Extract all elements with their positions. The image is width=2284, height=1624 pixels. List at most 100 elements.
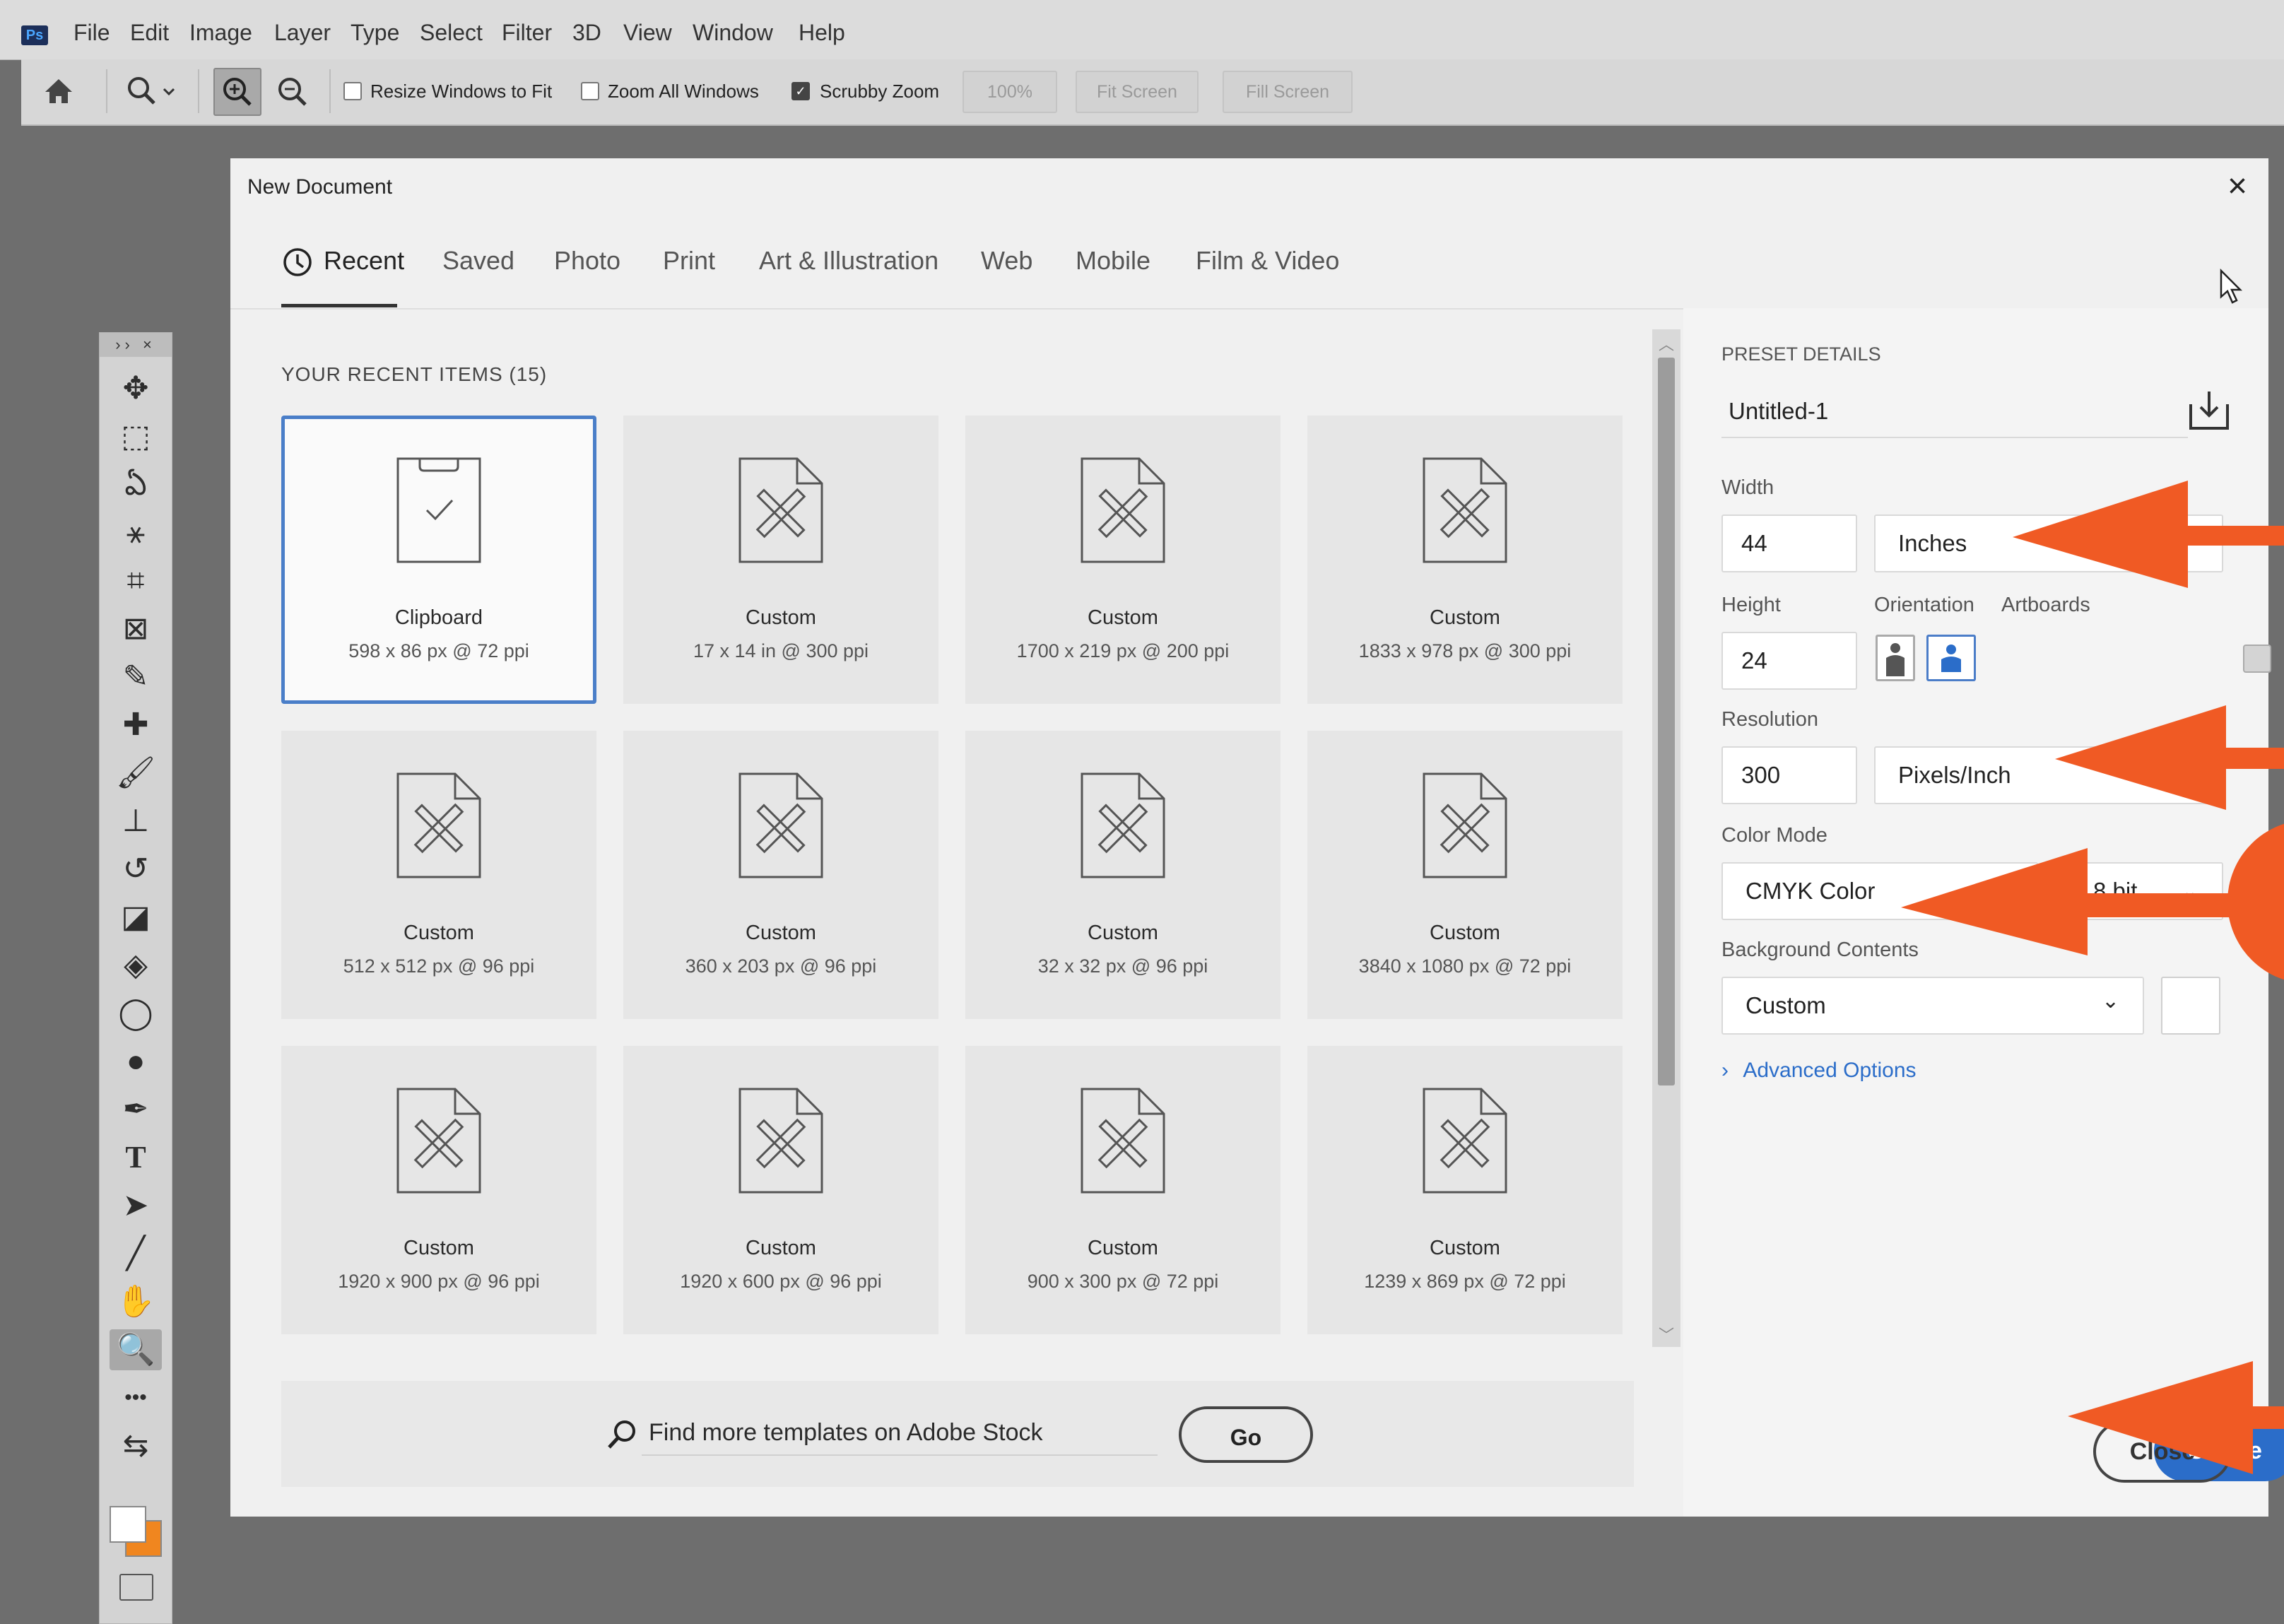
foreground-color-swatch[interactable] bbox=[110, 1506, 146, 1543]
recent-item-card[interactable]: Custom 1920 x 900 px @ 96 ppi bbox=[281, 1046, 596, 1334]
close-button[interactable]: Close bbox=[2093, 1420, 2232, 1483]
home-icon[interactable] bbox=[42, 76, 75, 106]
recent-item-details: 32 x 32 px @ 96 ppi bbox=[1037, 955, 1208, 977]
recent-item-card[interactable]: Custom 1239 x 869 px @ 72 ppi bbox=[1307, 1046, 1623, 1334]
recent-item-card[interactable]: Custom 360 x 203 px @ 96 ppi bbox=[623, 731, 938, 1019]
menu-file[interactable]: File bbox=[73, 20, 110, 46]
advanced-options-toggle[interactable]: › Advanced Options bbox=[1721, 1059, 1917, 1083]
path-selection-icon[interactable]: ➤ bbox=[110, 1185, 162, 1226]
color-mode-select[interactable]: CMYK Color bbox=[1721, 862, 2038, 920]
dodge-icon[interactable]: ● bbox=[110, 1041, 162, 1082]
tab-photo[interactable]: Photo bbox=[554, 246, 620, 276]
tab-mobile[interactable]: Mobile bbox=[1076, 246, 1150, 276]
stamp-icon[interactable]: ⊥ bbox=[110, 801, 162, 842]
artboards-checkbox[interactable] bbox=[2243, 645, 2271, 673]
recent-item-card[interactable]: Custom 1700 x 219 px @ 200 ppi bbox=[965, 416, 1281, 704]
menu-3d[interactable]: 3D bbox=[572, 20, 601, 46]
background-color-swatch[interactable] bbox=[2161, 977, 2220, 1035]
recent-item-card[interactable]: Custom 32 x 32 px @ 96 ppi bbox=[965, 731, 1281, 1019]
go-button[interactable]: Go bbox=[1179, 1406, 1313, 1463]
save-preset-icon[interactable] bbox=[2186, 387, 2232, 433]
healing-brush-icon[interactable]: ✚ bbox=[110, 705, 162, 746]
recent-item-card[interactable]: Custom 1920 x 600 px @ 96 ppi bbox=[623, 1046, 938, 1334]
zoom-all-windows-checkbox[interactable] bbox=[581, 82, 599, 100]
scrubby-zoom-checkbox[interactable]: ✓ bbox=[791, 82, 810, 100]
scroll-down-icon[interactable]: ﹀ bbox=[1652, 1323, 1680, 1346]
move-icon[interactable]: ✥ bbox=[110, 368, 162, 409]
preset-details-panel: PRESET DETAILS Untitled-1 Width 44 Inche… bbox=[1683, 308, 2271, 1517]
zoom-100-button[interactable]: 100% bbox=[963, 71, 1057, 113]
tab-film-video[interactable]: Film & Video bbox=[1196, 246, 1339, 276]
type-icon[interactable]: T bbox=[110, 1137, 162, 1178]
zoom-tool-preset-icon[interactable] bbox=[124, 73, 178, 109]
frame-icon[interactable]: ⊠ bbox=[110, 608, 162, 649]
scroll-up-icon[interactable]: ︿ bbox=[1652, 332, 1680, 355]
recent-item-card[interactable]: Custom 1833 x 978 px @ 300 ppi bbox=[1307, 416, 1623, 704]
zoom-out-icon[interactable] bbox=[270, 69, 315, 114]
document-name-field[interactable]: Untitled-1 bbox=[1721, 386, 2188, 438]
menu-edit[interactable]: Edit bbox=[130, 20, 169, 46]
recent-item-name: Custom bbox=[746, 606, 816, 629]
background-contents-select[interactable]: Custom ⌄ bbox=[1721, 977, 2144, 1035]
tab-print[interactable]: Print bbox=[663, 246, 715, 276]
tab-recent[interactable]: Recent bbox=[324, 246, 404, 276]
tab-saved[interactable]: Saved bbox=[442, 246, 514, 276]
resize-windows-checkbox[interactable] bbox=[343, 82, 362, 100]
resolution-unit-select[interactable]: Pixels/Inch bbox=[1874, 746, 2223, 804]
resolution-input[interactable]: 300 bbox=[1721, 746, 1857, 804]
fill-screen-button[interactable]: Fill Screen bbox=[1223, 71, 1353, 113]
menu-layer[interactable]: Layer bbox=[274, 20, 331, 46]
portrait-orientation-button[interactable] bbox=[1876, 635, 1915, 681]
recent-item-details: 1920 x 600 px @ 96 ppi bbox=[680, 1271, 882, 1292]
swap-colors-icon[interactable]: ⇆ bbox=[110, 1425, 162, 1466]
stock-search-input[interactable]: Find more templates on Adobe Stock bbox=[649, 1419, 1043, 1447]
line-icon[interactable]: ╱ bbox=[110, 1233, 162, 1274]
recent-items-scrollbar[interactable]: ︿ ﹀ bbox=[1652, 329, 1680, 1347]
bit-depth-select[interactable]: 8 bit ⌄ bbox=[2051, 862, 2223, 920]
lasso-icon[interactable]: ఏ bbox=[110, 464, 162, 505]
recent-item-card[interactable]: Custom 900 x 300 px @ 72 ppi bbox=[965, 1046, 1281, 1334]
history-brush-icon[interactable]: ↺ bbox=[110, 849, 162, 890]
menu-type[interactable]: Type bbox=[351, 20, 399, 46]
quick-mask-icon[interactable] bbox=[119, 1574, 153, 1601]
dialog-close-icon[interactable]: × bbox=[2227, 167, 2247, 206]
width-unit-select[interactable]: Inches bbox=[1874, 514, 2223, 572]
width-input[interactable]: 44 bbox=[1721, 514, 1857, 572]
tab-art-illustration[interactable]: Art & Illustration bbox=[759, 246, 938, 276]
crop-icon[interactable]: ⌗ bbox=[110, 560, 162, 601]
pen-icon[interactable]: ✒ bbox=[110, 1089, 162, 1130]
magic-wand-icon[interactable]: ⚹ bbox=[110, 512, 162, 553]
menu-filter[interactable]: Filter bbox=[502, 20, 552, 46]
marquee-icon[interactable]: ⬚ bbox=[110, 416, 162, 457]
recent-item-card[interactable]: Custom 3840 x 1080 px @ 72 ppi bbox=[1307, 731, 1623, 1019]
recent-item-details: 17 x 14 in @ 300 ppi bbox=[693, 640, 869, 661]
orientation-label: Orientation bbox=[1874, 594, 1974, 616]
menu-window[interactable]: Window bbox=[693, 20, 773, 46]
recent-item-card[interactable]: Custom 512 x 512 px @ 96 ppi bbox=[281, 731, 596, 1019]
tools-panel-header[interactable]: ›› × bbox=[100, 333, 172, 357]
eyedropper-icon[interactable]: ✎ bbox=[110, 657, 162, 698]
menu-view[interactable]: View bbox=[623, 20, 672, 46]
hand-icon[interactable]: ✋ bbox=[110, 1281, 162, 1322]
zoom-tool-icon[interactable]: 🔍 bbox=[110, 1329, 162, 1370]
scrollbar-thumb[interactable] bbox=[1658, 358, 1675, 1085]
more-tools-icon[interactable]: ••• bbox=[110, 1377, 162, 1418]
blur-icon[interactable]: ◯ bbox=[110, 993, 162, 1034]
tab-web[interactable]: Web bbox=[981, 246, 1032, 276]
eraser-icon[interactable]: ◪ bbox=[110, 897, 162, 938]
tools-panel: ›› × ✥ ⬚ ఏ ⚹ ⌗ ⊠ ✎ ✚ 🖌 ⊥ ↺ ◪ ◈ ◯ ● ✒ T ➤ ╱ ✋ 🔍 ••• ⇆ bbox=[99, 332, 172, 1624]
paint-bucket-icon[interactable]: ◈ bbox=[110, 945, 162, 986]
menu-image[interactable]: Image bbox=[189, 20, 252, 46]
recent-item-card[interactable]: Custom 17 x 14 in @ 300 ppi bbox=[623, 416, 938, 704]
landscape-orientation-button[interactable] bbox=[1926, 635, 1976, 681]
recent-item-name: Custom bbox=[1088, 1237, 1158, 1259]
fit-screen-button[interactable]: Fit Screen bbox=[1076, 71, 1199, 113]
menu-select[interactable]: Select bbox=[420, 20, 483, 46]
zoom-in-button[interactable] bbox=[213, 68, 261, 116]
recent-item-card[interactable]: Clipboard 598 x 86 px @ 72 ppi bbox=[281, 416, 596, 704]
active-tab-indicator bbox=[281, 304, 397, 307]
height-input[interactable]: 24 bbox=[1721, 632, 1857, 690]
brush-icon[interactable]: 🖌 bbox=[110, 753, 162, 794]
document-tools-icon bbox=[396, 1088, 481, 1194]
menu-help[interactable]: Help bbox=[799, 20, 845, 46]
